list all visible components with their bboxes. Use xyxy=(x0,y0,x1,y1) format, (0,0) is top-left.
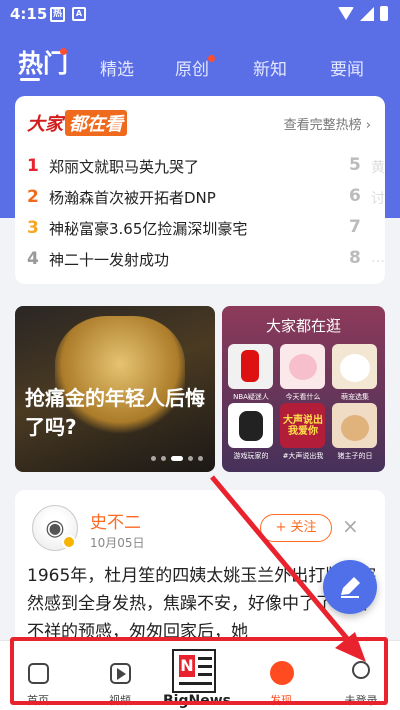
annotation-arrow xyxy=(210,475,366,662)
